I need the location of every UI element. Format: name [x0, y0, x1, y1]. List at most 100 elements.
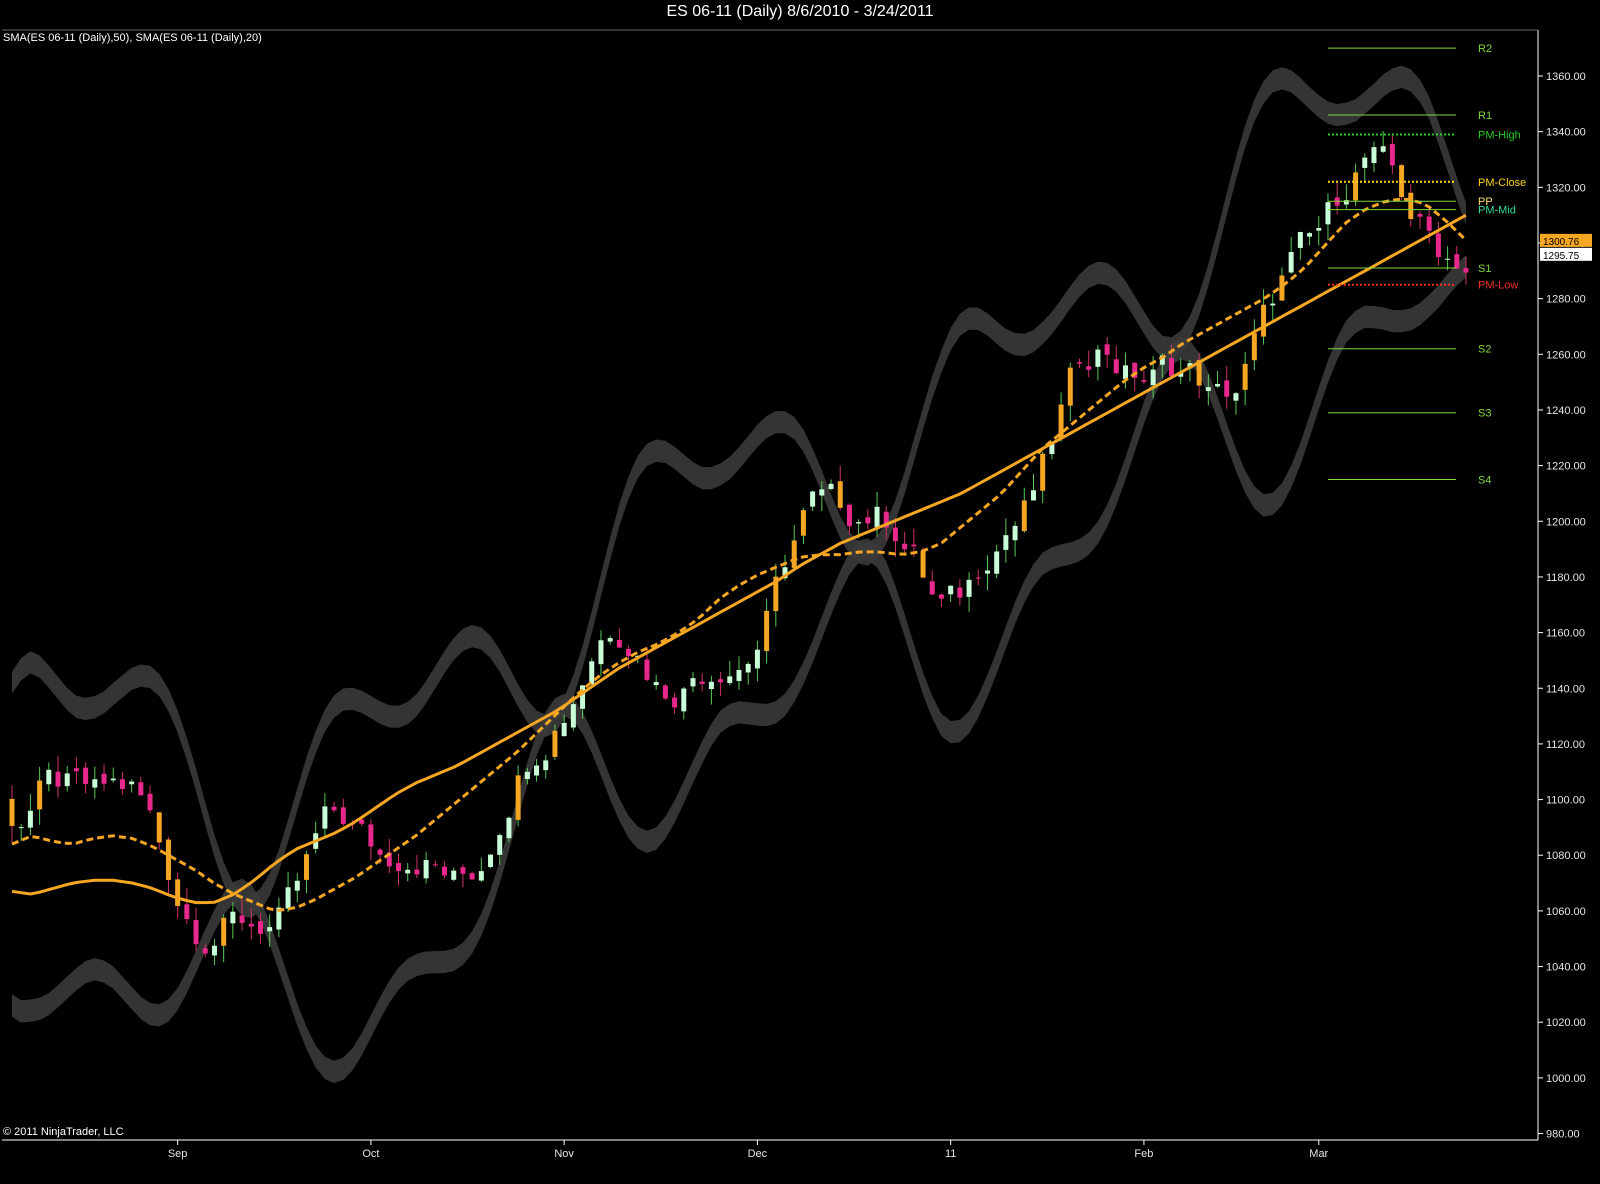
- candle-body: [1371, 147, 1377, 163]
- candle: [27, 794, 33, 835]
- candle-body: [948, 585, 954, 595]
- candle-body: [810, 491, 816, 507]
- candle-body: [524, 771, 530, 779]
- candle-body: [902, 543, 908, 550]
- candle: [313, 821, 319, 854]
- candle: [810, 490, 816, 512]
- candle-body: [1316, 228, 1322, 231]
- candle: [1389, 134, 1395, 174]
- candle: [1408, 184, 1414, 227]
- candle-body: [534, 765, 540, 776]
- candle-body: [616, 640, 622, 648]
- candle: [221, 914, 227, 963]
- candle: [414, 855, 420, 879]
- candle: [147, 785, 153, 814]
- candle-body: [874, 506, 880, 528]
- candle: [230, 902, 236, 939]
- candle: [285, 871, 291, 913]
- candle: [708, 675, 714, 705]
- y-tick-label: 1180.00: [1546, 572, 1585, 584]
- candle-body: [497, 835, 503, 855]
- candle-body: [55, 771, 61, 787]
- x-tick-label: Dec: [748, 1148, 768, 1160]
- candle: [984, 555, 990, 591]
- candle-body: [506, 817, 512, 839]
- candle: [966, 572, 972, 613]
- candle: [478, 857, 484, 882]
- candle-body: [736, 669, 742, 681]
- candle: [165, 836, 171, 897]
- candlestick-chart[interactable]: R2R1PM-HighPM-ClosePPPM-MidS1PM-LowS2S3S…: [0, 0, 1600, 1184]
- candle-body: [1012, 525, 1018, 541]
- pivot-label-pm-low: PM-Low: [1478, 280, 1518, 292]
- candle-body: [442, 866, 448, 876]
- candle-body: [1389, 143, 1395, 166]
- candle: [929, 570, 935, 595]
- candle-body: [119, 779, 125, 790]
- candle-body: [156, 812, 162, 843]
- candle: [1362, 153, 1368, 184]
- candle: [800, 507, 806, 544]
- candle-body: [1426, 216, 1432, 231]
- candle-body: [303, 854, 309, 880]
- candle-body: [552, 730, 558, 757]
- pivot-label-pm-high: PM-High: [1478, 129, 1521, 141]
- x-tick-label: 11: [945, 1148, 956, 1160]
- candle-body: [110, 778, 116, 781]
- candle: [331, 802, 337, 813]
- candle: [902, 531, 908, 553]
- candle-body: [27, 810, 33, 828]
- candle-body: [18, 827, 24, 829]
- candle: [442, 861, 448, 879]
- candle: [699, 673, 705, 692]
- y-tick-label: 1160.00: [1546, 628, 1585, 640]
- candle: [175, 872, 181, 919]
- candle-body: [193, 919, 199, 945]
- candle: [1251, 319, 1257, 371]
- candle-body: [856, 522, 862, 524]
- candle: [156, 812, 162, 850]
- candle: [1021, 487, 1027, 533]
- candle-body: [1445, 258, 1451, 260]
- candle: [368, 819, 374, 861]
- candle: [340, 798, 346, 826]
- candle: [745, 661, 751, 685]
- candle: [73, 757, 79, 784]
- candle: [64, 766, 70, 792]
- candle: [1417, 211, 1423, 229]
- candles: [9, 131, 1469, 966]
- candle-body: [846, 504, 852, 527]
- candle: [957, 579, 963, 606]
- candle-body: [745, 663, 751, 673]
- candle-body: [331, 806, 337, 811]
- candle-body: [681, 688, 687, 712]
- candle-body: [1113, 359, 1119, 374]
- y-tick-label: 1360.00: [1546, 71, 1586, 83]
- candle-body: [966, 579, 972, 597]
- candle-body: [1454, 254, 1460, 269]
- pivot-label-pm-mid: PM-Mid: [1478, 205, 1516, 217]
- candle-body: [727, 676, 733, 684]
- candle: [727, 660, 733, 686]
- candle-body: [929, 581, 935, 595]
- candle: [451, 867, 457, 882]
- candle-body: [1463, 268, 1469, 273]
- candle-body: [340, 807, 346, 824]
- candle: [37, 766, 43, 825]
- candle-body: [451, 870, 457, 880]
- candle-body: [469, 873, 475, 880]
- y-tick-label: 1100.00: [1546, 795, 1585, 807]
- x-tick-label: Sep: [168, 1148, 188, 1160]
- candle: [1141, 370, 1147, 385]
- candle-body: [1150, 369, 1156, 386]
- candle-body: [1435, 233, 1441, 258]
- candle-body: [791, 540, 797, 568]
- candle-body: [598, 640, 604, 665]
- candle-body: [37, 780, 43, 810]
- candle-body: [405, 869, 411, 874]
- y-tick-label: 1220.00: [1546, 461, 1586, 473]
- candle: [1233, 391, 1239, 415]
- candle-body: [892, 527, 898, 542]
- sma-20-line: [11, 197, 1468, 912]
- candle: [129, 779, 135, 793]
